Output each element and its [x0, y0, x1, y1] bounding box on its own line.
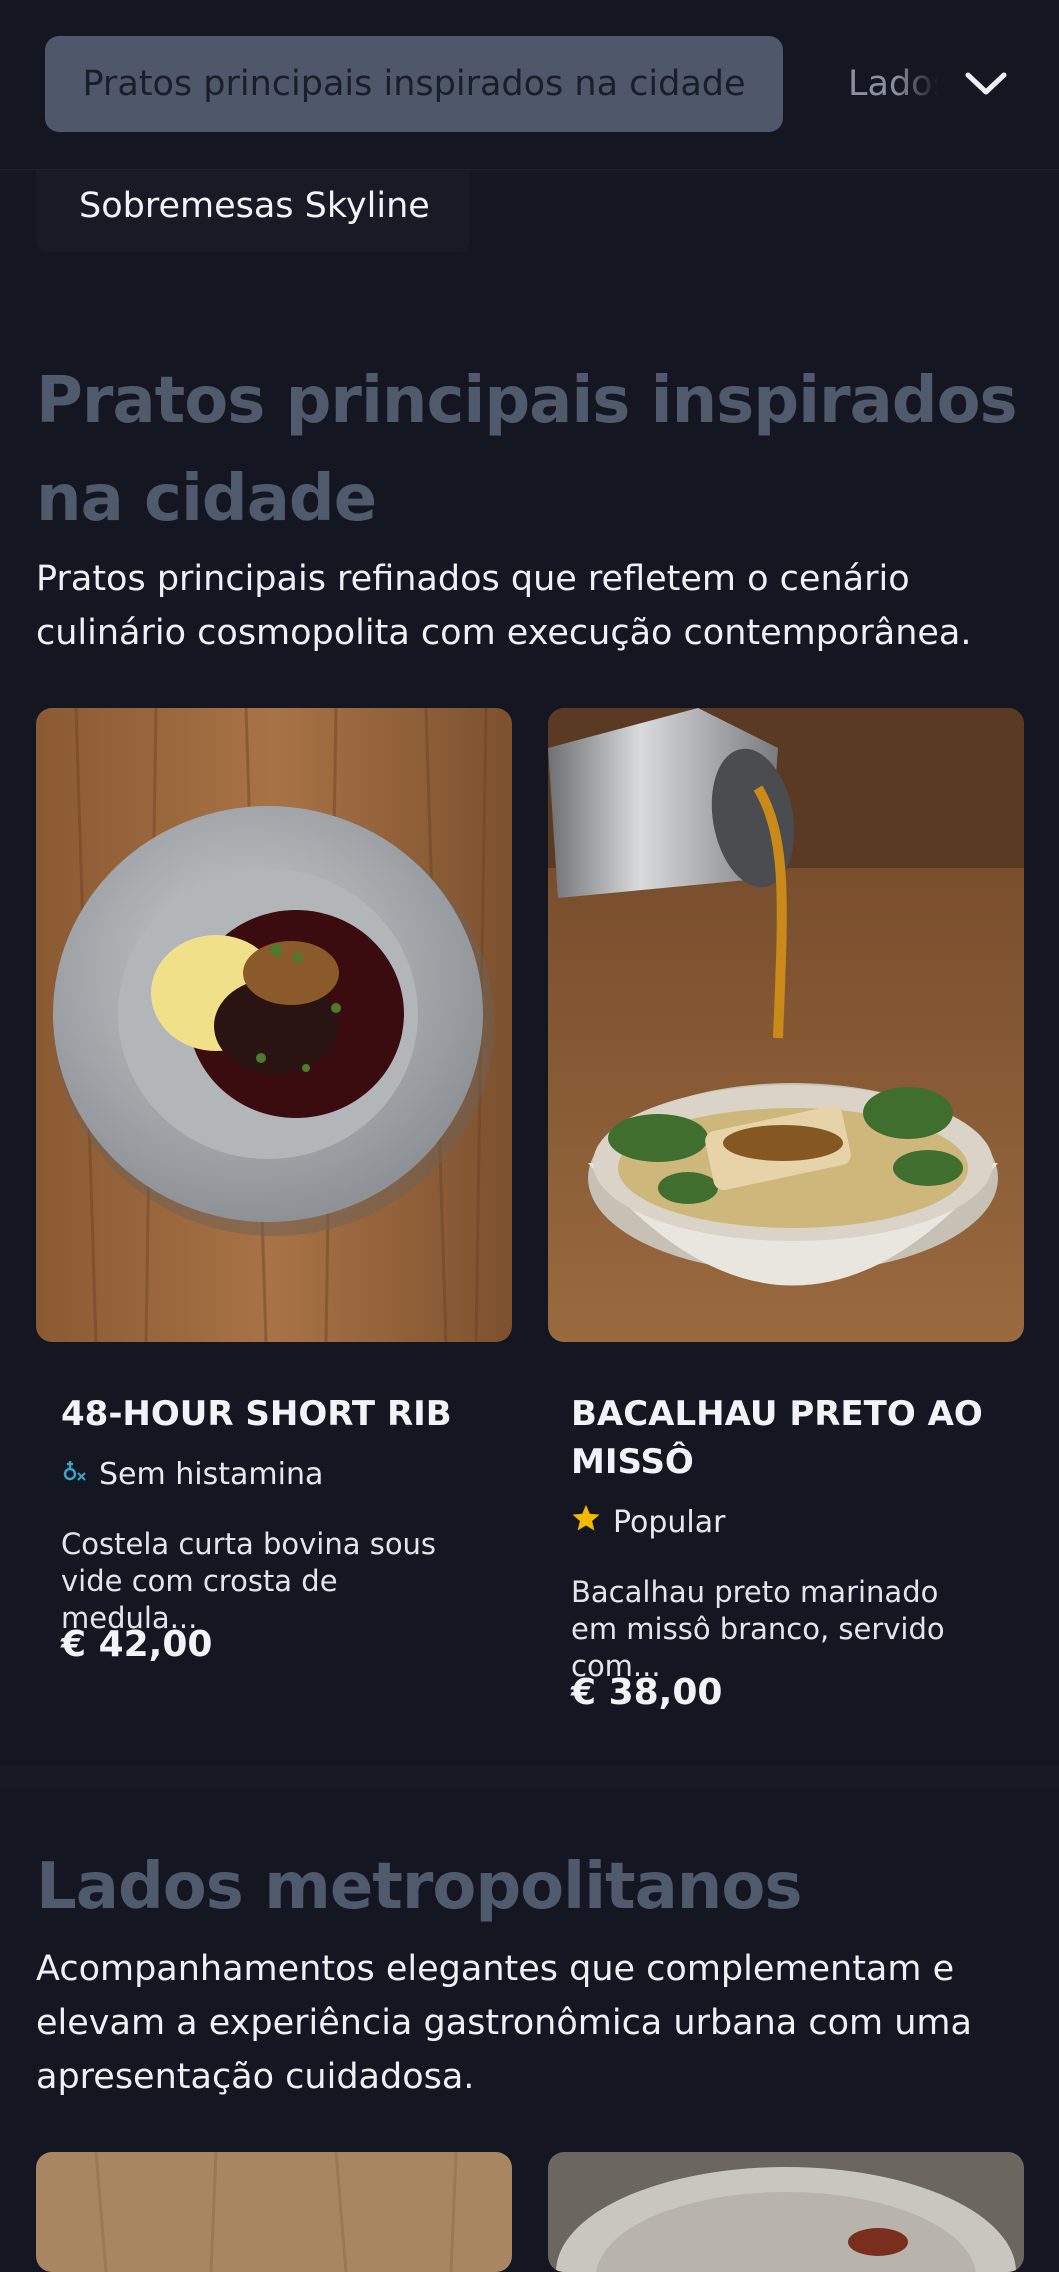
- section-description-mains: Pratos principais refinados que refletem…: [36, 559, 972, 653]
- star-icon: [571, 1503, 601, 1541]
- section-title-mains: Pratos principais inspirados na cidade: [36, 364, 1018, 536]
- dish-name: BACALHAU PRETO AO MISSÔ: [571, 1394, 983, 1482]
- dish-image-black-cod[interactable]: [548, 708, 1024, 1342]
- dish-image-side-2[interactable]: [548, 2152, 1024, 2272]
- dish-image-short-rib[interactable]: [36, 708, 512, 1342]
- dish-tag: Sem histamina: [61, 1454, 323, 1494]
- dish-image-side-1[interactable]: [36, 2152, 512, 2272]
- chevron-down-icon[interactable]: [962, 60, 1010, 108]
- category-pill-desserts[interactable]: Sobremesas Skyline: [36, 160, 470, 252]
- dish-tag-label: Sem histamina: [99, 1456, 324, 1492]
- category-nav: Pratos principais inspirados na cidade L…: [0, 0, 1059, 170]
- dish-tag: Popular: [571, 1502, 726, 1542]
- tab-mains[interactable]: Pratos principais inspirados na cidade: [45, 36, 783, 132]
- section-title-sides: Lados metropolitanos: [36, 1850, 802, 1924]
- dish-description: Costela curta bovina sous vide com crost…: [61, 1527, 437, 1635]
- section-description-sides: Acompanhamentos elegantes que complement…: [36, 1949, 972, 2097]
- dish-description: Bacalhau preto marinado em missô branco,…: [571, 1575, 945, 1683]
- dish-name: 48-HOUR SHORT RIB: [61, 1394, 452, 1434]
- dish-tag-label: Popular: [613, 1504, 726, 1540]
- tab-sides[interactable]: Lados metropolitanos: [848, 36, 938, 132]
- dish-price: € 42,00: [61, 1624, 213, 1665]
- section-divider: [0, 1765, 1059, 1789]
- histamine-free-icon: [61, 1457, 87, 1492]
- dish-price: € 38,00: [571, 1672, 723, 1713]
